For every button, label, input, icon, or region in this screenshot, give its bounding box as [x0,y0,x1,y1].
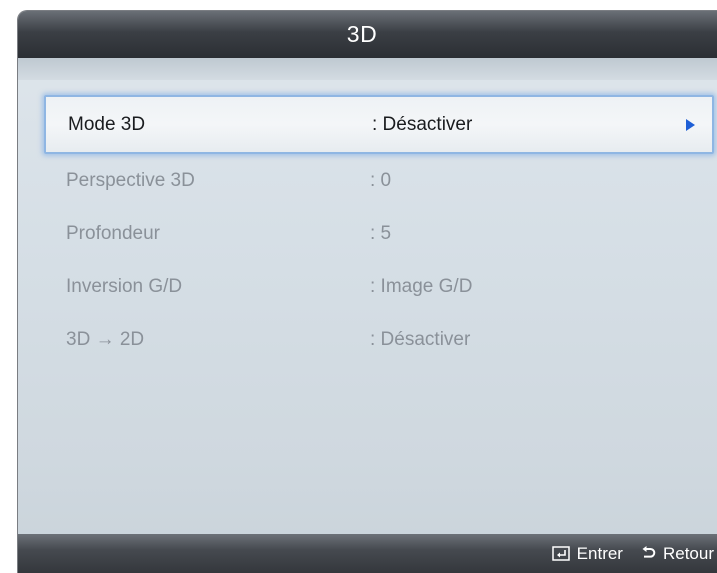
menu-item-value: : Désactiver [370,328,471,350]
enter-hint[interactable]: Entrer [551,543,623,564]
menu-item-label: Inversion G/D [66,275,183,297]
menu-item-perspective-3d: Perspective 3D : 0 [44,154,714,207]
return-icon [641,546,656,561]
footer-bar: Entrer Retour [18,534,717,573]
menu-item-profondeur: Profondeur : 5 [44,207,714,260]
window-title: 3D [346,21,378,47]
osd-window: 3D Mode 3D : Désactiver Perspective 3D :… [17,10,717,573]
menu-item-inversion-gd: Inversion G/D : Image G/D [44,260,714,313]
menu-item-label: Perspective 3D [66,169,195,191]
enter-icon [551,546,570,561]
menu-item-mode-3d[interactable]: Mode 3D : Désactiver [44,95,714,154]
menu-item-3d-to-2d: 3D → 2D : Désactiver [44,313,714,366]
menu-item-value: : 5 [370,222,392,244]
menu-item-value: : Désactiver [372,113,473,135]
enter-label: Entrer [576,543,623,563]
menu-item-label: Profondeur [66,222,161,244]
menu-item-value: : Image G/D [370,275,473,297]
menu-item-value: : 0 [370,169,392,191]
title-bar: 3D [18,11,717,58]
menu-item-label: 3D → 2D [66,328,145,350]
submenu-arrow-icon [686,118,695,131]
back-label: Retour [662,543,714,563]
back-hint[interactable]: Retour [641,544,714,564]
settings-menu: Mode 3D : Désactiver Perspective 3D : 0 … [44,95,714,366]
title-divider [18,58,717,80]
menu-item-label: Mode 3D [68,113,146,135]
